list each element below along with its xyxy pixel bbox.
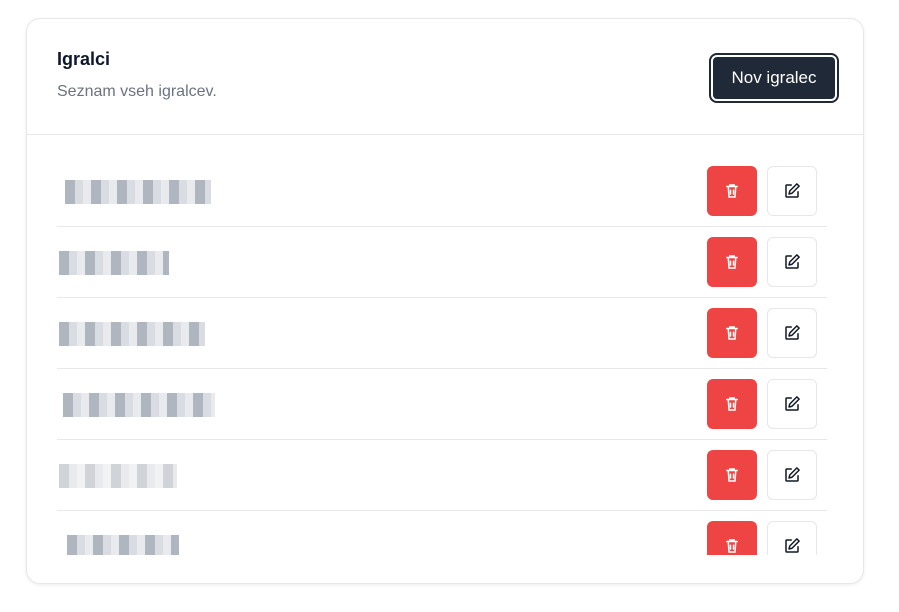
- trash-icon: [726, 255, 738, 269]
- edit-button[interactable]: [767, 166, 817, 216]
- player-name-redacted: [65, 180, 211, 204]
- edit-icon: [785, 396, 800, 411]
- players-card: Igralci Seznam vseh igralcev. Nov igrale…: [26, 18, 864, 584]
- delete-button[interactable]: [707, 166, 757, 216]
- players-list[interactable]: [57, 135, 827, 555]
- trash-icon: [726, 184, 738, 198]
- edit-icon: [785, 254, 800, 269]
- edit-button[interactable]: [767, 450, 817, 500]
- trash-icon: [726, 397, 738, 411]
- trash-icon: [726, 539, 738, 553]
- edit-icon: [785, 467, 800, 482]
- list-item: [57, 369, 827, 440]
- edit-icon: [785, 325, 800, 340]
- player-name-redacted: [59, 322, 205, 346]
- player-name-redacted: [67, 535, 179, 555]
- list-item: [57, 227, 827, 298]
- trash-icon: [726, 326, 738, 340]
- list-item: [57, 440, 827, 511]
- delete-button[interactable]: [707, 379, 757, 429]
- new-player-button[interactable]: Nov igralec: [709, 53, 839, 103]
- edit-button[interactable]: [767, 379, 817, 429]
- player-name-redacted: [59, 464, 177, 488]
- page-subtitle: Seznam vseh igralcev.: [57, 83, 217, 100]
- player-name-redacted: [59, 251, 169, 275]
- list-item: [57, 298, 827, 369]
- card-header: Igralci Seznam vseh igralcev. Nov igrale…: [27, 19, 863, 135]
- delete-button[interactable]: [707, 450, 757, 500]
- list-item: [57, 511, 827, 555]
- trash-icon: [726, 468, 738, 482]
- edit-icon: [785, 183, 800, 198]
- edit-button[interactable]: [767, 308, 817, 358]
- delete-button[interactable]: [707, 308, 757, 358]
- player-name-redacted: [63, 393, 215, 417]
- delete-button[interactable]: [707, 237, 757, 287]
- edit-button[interactable]: [767, 237, 817, 287]
- delete-button[interactable]: [707, 521, 757, 555]
- list-item: [57, 135, 827, 227]
- edit-icon: [785, 538, 800, 553]
- edit-button[interactable]: [767, 521, 817, 555]
- page-title: Igralci: [57, 49, 111, 69]
